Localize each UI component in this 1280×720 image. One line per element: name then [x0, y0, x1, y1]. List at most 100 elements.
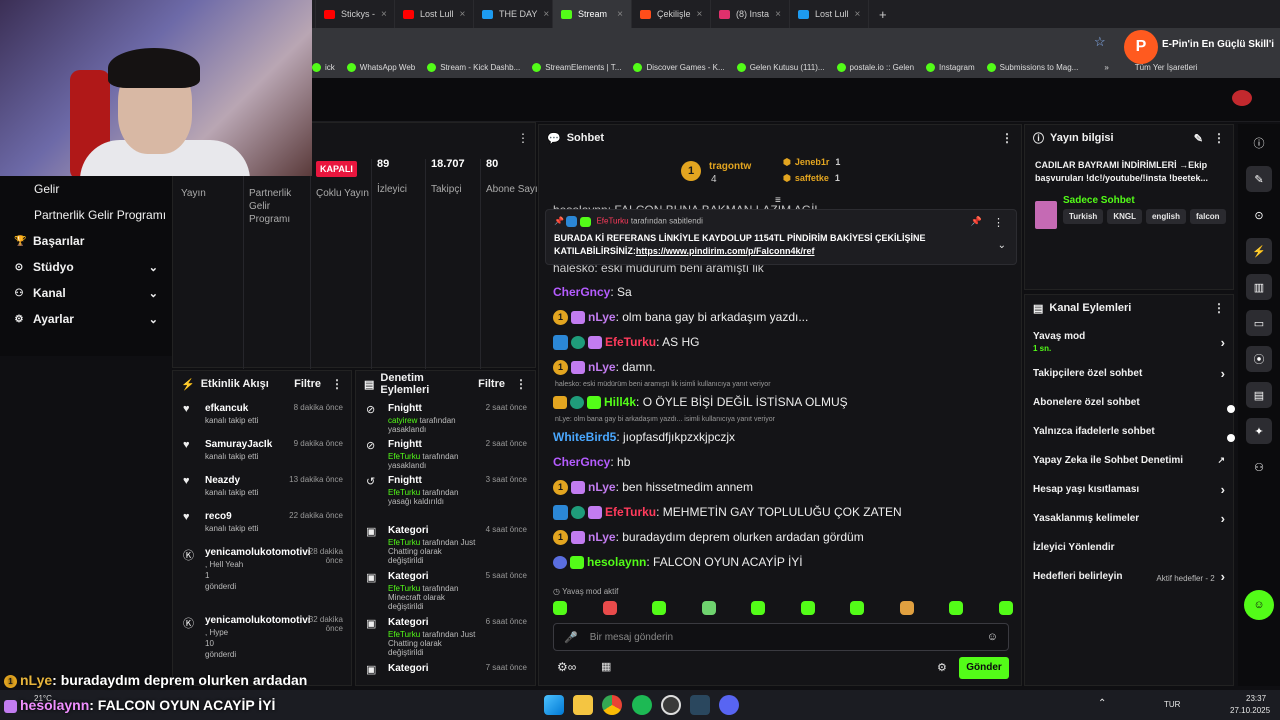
close-icon[interactable]: ×: [855, 9, 861, 20]
chat-username[interactable]: Hill4k: [604, 395, 636, 409]
bookmark-item[interactable]: Stream - Kick Dashb...: [427, 62, 520, 72]
chevron-right-icon[interactable]: ›: [1221, 482, 1225, 497]
microphone-icon[interactable]: 🎤: [564, 631, 578, 644]
category-name[interactable]: Sadece Sohbet: [1063, 195, 1135, 206]
tag-chip[interactable]: falcon: [1190, 209, 1226, 224]
steam-icon[interactable]: [690, 695, 710, 715]
sidebar-item[interactable]: Gelir: [0, 176, 172, 202]
avatar[interactable]: [1232, 90, 1252, 106]
bolt-icon[interactable]: ⚡: [1246, 238, 1272, 264]
browser-tab[interactable]: (8) Insta ×: [711, 0, 790, 28]
bookmark-star-icon[interactable]: ☆: [1094, 34, 1106, 50]
pin-icon[interactable]: 📌: [971, 216, 982, 227]
activity-item[interactable]: ♥ Neazdy kanalı takip etti 13 dakika önce: [173, 469, 351, 505]
spotify-icon[interactable]: [632, 695, 652, 715]
activity-item[interactable]: Ⓚyenicamolukotomotivi , Hell Yeah 1 gönderd…: [173, 541, 351, 609]
chat-username[interactable]: nLye: [588, 310, 616, 324]
bookmark-item[interactable]: Instagram: [926, 62, 975, 72]
edit-icon[interactable]: ✎: [1246, 166, 1272, 192]
channel-action-item[interactable]: Abonelere özel sohbet: [1025, 388, 1233, 417]
emote-icon[interactable]: [553, 601, 567, 615]
chat-message[interactable]: Hill4k: O ÖYLE BİŞİ DEĞİL İSTİSNA OLMUŞ: [553, 395, 848, 410]
tag-chip[interactable]: Turkish: [1063, 209, 1104, 224]
chat-message[interactable]: CherGncy: hb: [553, 455, 630, 469]
moderation-item[interactable]: ⊘ Fnightt catyirew tarafından yasaklandı 2 …: [356, 397, 535, 434]
chevron-down-icon[interactable]: ⌄: [149, 313, 158, 326]
emote-icon[interactable]: [751, 601, 766, 615]
moderation-item[interactable]: ↺ Fnightt EfeTurku tarafından yasağı kaldı…: [356, 469, 535, 519]
channel-action-item[interactable]: Hedefleri belirleyin Aktif hedefler - 2 ›: [1025, 562, 1233, 591]
sidebar-item[interactable]: ⚙ Ayarlar ⌄: [0, 306, 172, 332]
support-button[interactable]: ☺: [1244, 590, 1274, 620]
tag-chip[interactable]: KNGL: [1107, 209, 1142, 224]
channel-action-item[interactable]: Yasaklanmış kelimeler ›: [1025, 504, 1233, 533]
clock-date[interactable]: 27.10.2025: [1230, 706, 1270, 715]
more-options-icon[interactable]: ⋮: [1001, 131, 1013, 145]
community-icon[interactable]: ⚇: [1246, 454, 1272, 480]
top-gifter[interactable]: ⬢ Jeneb1r 1: [783, 157, 840, 168]
activity-item[interactable]: ♥ SamurayJacIk kanalı takip etti 9 dakika ö…: [173, 433, 351, 469]
target-icon[interactable]: ⊙: [1246, 202, 1272, 228]
chat-username[interactable]: EfeTurku: [605, 335, 656, 349]
browser-tab[interactable]: Çekilişle ×: [632, 0, 711, 28]
channel-action-item[interactable]: Yapay Zeka ile Sohbet Denetimi ↗: [1025, 446, 1233, 475]
sidebar-item[interactable]: 🏆 Başarılar: [0, 228, 172, 254]
bookmarks-more-icon[interactable]: »: [1104, 63, 1108, 72]
bookmark-item[interactable]: ick: [312, 62, 335, 72]
chat-username[interactable]: nLye: [588, 360, 616, 374]
emote-icon[interactable]: [652, 601, 667, 615]
browser-tab[interactable]: Lost Lull ×: [790, 0, 869, 28]
channel-action-item[interactable]: Yalnızca ifadelerle sohbet: [1025, 417, 1233, 446]
channel-action-item[interactable]: Yavaş mod 1 sn. ›: [1025, 325, 1233, 359]
close-icon[interactable]: ×: [697, 9, 703, 20]
bookmark-item[interactable]: WhatsApp Web: [346, 62, 415, 72]
close-icon[interactable]: ×: [460, 9, 466, 20]
emote-icon[interactable]: [850, 601, 865, 615]
close-icon[interactable]: ×: [775, 9, 781, 20]
chevron-down-icon[interactable]: ⌄: [149, 287, 158, 300]
more-options-icon[interactable]: ⋮: [517, 131, 529, 145]
wrench-icon[interactable]: ✦: [1246, 418, 1272, 444]
more-options-icon[interactable]: ⋮: [331, 377, 343, 391]
moderation-item[interactable]: ▣ Kategori 7 saat önce: [356, 657, 535, 685]
sidebar-item[interactable]: Partnerlik Gelir Programı: [0, 202, 172, 228]
bookmark-item[interactable]: Gelen Kutusu (111)...: [736, 62, 825, 72]
layout-icon[interactable]: ▤: [1246, 382, 1272, 408]
channel-action-item[interactable]: İzleyici Yönlendir: [1025, 533, 1233, 562]
chat-message[interactable]: WhiteBird5: jıopfasdfjıkpzxkjpczjx: [553, 430, 735, 444]
chat-message[interactable]: EfeTurku: MEHMETİN GAY TOPLULUĞU ÇOK ZAT…: [553, 505, 902, 521]
chat-username[interactable]: EfeTurku: [605, 505, 656, 519]
chat-bubble-icon[interactable]: ▭: [1246, 310, 1272, 336]
chat-message[interactable]: 1 nLye: olm bana gay bi arkadaşım yazdı..…: [553, 310, 808, 326]
emote-icon[interactable]: [800, 601, 815, 615]
chat-username[interactable]: CherGncy: [553, 285, 610, 299]
chat-settings-icon[interactable]: ⚙: [937, 661, 947, 674]
sidebar-item[interactable]: ⚇ Kanal ⌄: [0, 280, 172, 306]
tag-chip[interactable]: english: [1145, 209, 1186, 224]
close-icon[interactable]: ×: [617, 9, 623, 20]
bookmark-item[interactable]: postale.io :: Gelen: [836, 62, 914, 72]
all-bookmarks-link[interactable]: Tüm Yer İşaretleri: [1135, 63, 1198, 72]
chat-username[interactable]: hesolaynn: [587, 555, 646, 569]
file-explorer-icon[interactable]: [573, 695, 593, 715]
chat-message[interactable]: hesolaynn: FALCON OYUN ACAYİP İYİ: [553, 555, 803, 570]
activity-item[interactable]: ♥ reco9 kanalı takip etti 22 dakika önce: [173, 505, 351, 541]
clipboard-icon[interactable]: ▥: [1246, 274, 1272, 300]
more-options-icon[interactable]: ⋮: [993, 216, 1004, 229]
start-icon[interactable]: [544, 695, 564, 715]
emote-icon[interactable]: [899, 601, 914, 615]
more-options-icon[interactable]: ⋮: [515, 377, 527, 391]
obs-icon[interactable]: [661, 695, 681, 715]
send-button[interactable]: Gönder: [959, 657, 1009, 679]
chevron-right-icon[interactable]: ›: [1221, 511, 1225, 526]
new-tab-button[interactable]: +: [879, 7, 887, 22]
broadcast-icon[interactable]: ⦿: [1246, 346, 1272, 372]
close-icon[interactable]: ×: [543, 9, 549, 20]
chevron-right-icon[interactable]: ›: [1221, 335, 1225, 350]
browser-tab[interactable]: THE DAY ×: [474, 0, 553, 28]
discord-icon[interactable]: [719, 695, 739, 715]
activity-filter-button[interactable]: Filtre: [294, 378, 321, 390]
emote-icon[interactable]: [998, 601, 1013, 615]
pinned-message[interactable]: 📌 EfeTurku tarafından sabitlendi BURADA …: [545, 209, 1017, 265]
moderation-item[interactable]: ⊘ Fnightt EfeTurku tarafından yasaklandı 2 …: [356, 433, 535, 470]
